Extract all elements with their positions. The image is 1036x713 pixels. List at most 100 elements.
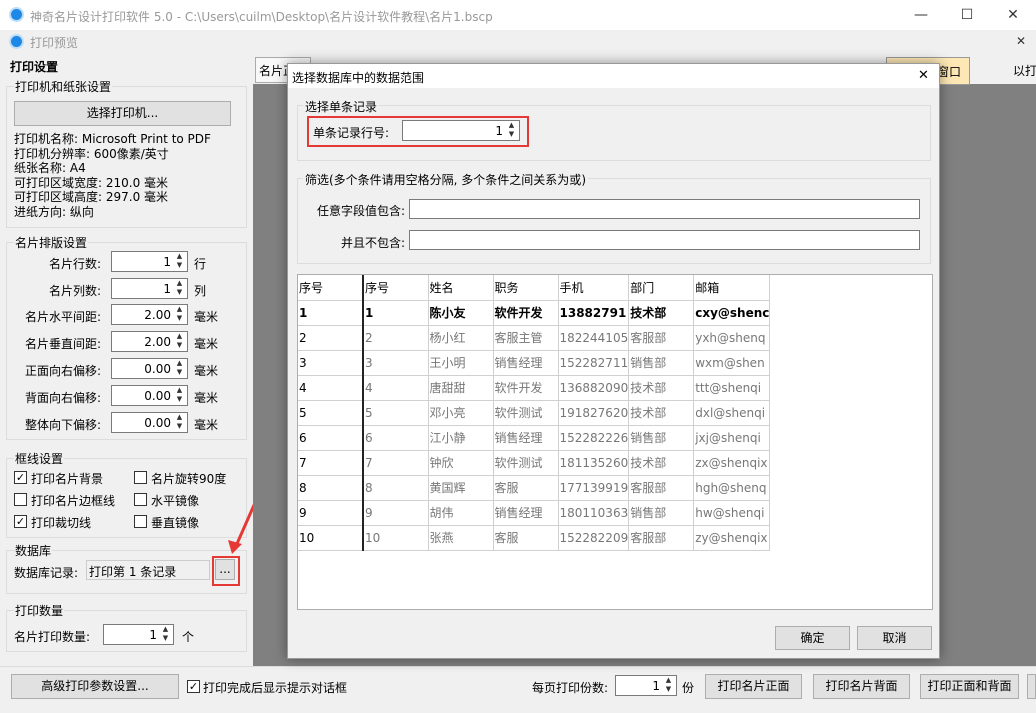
dialog-close-button[interactable]: ✕ bbox=[918, 68, 929, 83]
table-cell[interactable]: 6 bbox=[363, 425, 429, 451]
table-row[interactable]: 10 10 张燕 客服 152282209 客服部 zy@shenqix bbox=[298, 525, 771, 551]
contains-input[interactable] bbox=[409, 199, 920, 219]
border-checkbox[interactable] bbox=[14, 493, 27, 506]
row-header-cell[interactable]: 8 bbox=[298, 475, 364, 501]
rotate-checkbox[interactable] bbox=[134, 471, 147, 484]
table-cell[interactable]: jxj@shenqi bbox=[693, 425, 771, 451]
row-header-cell[interactable]: 7 bbox=[298, 450, 364, 476]
column-header[interactable]: 姓名 bbox=[428, 275, 494, 301]
table-row[interactable]: 7 7 钟欣 软件测试 181135260 技术部 zx@shenqix bbox=[298, 450, 771, 476]
table-cell[interactable]: 唐甜甜 bbox=[428, 375, 494, 401]
table-cell[interactable]: 技术部 bbox=[628, 400, 695, 426]
table-cell[interactable]: ttt@shenqi bbox=[693, 375, 771, 401]
table-cell[interactable]: 钟欣 bbox=[428, 450, 494, 476]
table-cell[interactable]: yxh@shenq bbox=[693, 325, 771, 351]
front-offset-spinner[interactable]: 0.00 ▲ ▼ bbox=[111, 358, 188, 379]
more-button[interactable] bbox=[1027, 674, 1036, 699]
hmirror-checkbox[interactable] bbox=[134, 493, 147, 506]
table-cell[interactable]: 邓小亮 bbox=[428, 400, 494, 426]
table-cell[interactable]: 客服 bbox=[493, 475, 559, 501]
table-cell[interactable]: 销售经理 bbox=[493, 425, 559, 451]
table-cell[interactable]: 软件测试 bbox=[493, 400, 559, 426]
row-header-cell[interactable]: 4 bbox=[298, 375, 364, 401]
column-header[interactable]: 职务 bbox=[493, 275, 559, 301]
row-header-cell[interactable]: 6 bbox=[298, 425, 364, 451]
table-cell[interactable]: 1 bbox=[363, 300, 429, 326]
show-dialog-checkbox[interactable]: ✓ bbox=[187, 680, 200, 693]
table-cell[interactable]: zx@shenqix bbox=[693, 450, 771, 476]
down-offset-spinner[interactable]: 0.00 ▲ ▼ bbox=[111, 412, 188, 433]
row-header-cell[interactable]: 2 bbox=[298, 325, 364, 351]
table-cell[interactable]: 销售部 bbox=[628, 425, 695, 451]
advanced-settings-button[interactable]: 高级打印参数设置... bbox=[11, 674, 179, 699]
table-cell[interactable]: 客服部 bbox=[628, 525, 695, 551]
preview-close-button[interactable]: ✕ bbox=[1016, 34, 1026, 48]
table-cell[interactable]: 销售经理 bbox=[493, 350, 559, 376]
per-page-spinner[interactable]: 1 ▲ ▼ bbox=[615, 675, 677, 696]
rows-spinner[interactable]: 1 ▲ ▼ bbox=[111, 251, 188, 272]
table-cell[interactable]: zy@shenqix bbox=[693, 525, 771, 551]
table-cell[interactable]: 客服部 bbox=[628, 475, 695, 501]
vmirror-checkbox[interactable] bbox=[134, 515, 147, 528]
table-cell[interactable]: cxy@shenc bbox=[693, 300, 771, 326]
table-cell[interactable]: 7 bbox=[363, 450, 429, 476]
table-cell[interactable]: 136882090 bbox=[558, 375, 630, 401]
fit-label[interactable]: 以打 bbox=[1013, 62, 1036, 79]
table-cell[interactable]: 3 bbox=[363, 350, 429, 376]
table-cell[interactable]: 152282226 bbox=[558, 425, 630, 451]
table-cell[interactable]: 王小明 bbox=[428, 350, 494, 376]
table-cell[interactable]: 客服 bbox=[493, 525, 559, 551]
column-header[interactable]: 邮箱 bbox=[693, 275, 771, 301]
print-front-button[interactable]: 打印名片正面 bbox=[705, 674, 802, 699]
table-row[interactable]: 5 5 邓小亮 软件测试 191827620 技术部 dxl@shenqi bbox=[298, 400, 771, 426]
column-header[interactable]: 序号 bbox=[363, 275, 429, 301]
row-header-cell[interactable]: 1 bbox=[298, 300, 364, 326]
table-row[interactable]: 4 4 唐甜甜 软件开发 136882090 技术部 ttt@shenqi bbox=[298, 375, 771, 401]
table-cell[interactable]: 180110363 bbox=[558, 500, 630, 526]
cancel-button[interactable]: 取消 bbox=[857, 626, 932, 650]
table-row[interactable]: 6 6 江小静 销售经理 152282226 销售部 jxj@shenqi bbox=[298, 425, 771, 451]
table-cell[interactable]: 技术部 bbox=[628, 375, 695, 401]
cutline-checkbox[interactable]: ✓ bbox=[14, 515, 27, 528]
table-cell[interactable]: 4 bbox=[363, 375, 429, 401]
table-cell[interactable]: 软件开发 bbox=[493, 375, 559, 401]
vgap-spinner[interactable]: 2.00 ▲ ▼ bbox=[111, 331, 188, 352]
table-row[interactable]: 9 9 胡伟 销售经理 180110363 销售部 hw@shenqi bbox=[298, 500, 771, 526]
table-cell[interactable]: 客服主管 bbox=[493, 325, 559, 351]
table-cell[interactable]: hgh@shenq bbox=[693, 475, 771, 501]
table-cell[interactable]: 张燕 bbox=[428, 525, 494, 551]
table-cell[interactable]: 182244105 bbox=[558, 325, 630, 351]
table-cell[interactable]: 177139919 bbox=[558, 475, 630, 501]
table-cell[interactable]: 152282711 bbox=[558, 350, 630, 376]
table-row[interactable]: 1 1 陈小友 软件开发 13882791 技术部 cxy@shenc bbox=[298, 300, 771, 326]
table-cell[interactable]: wxm@shen bbox=[693, 350, 771, 376]
table-cell[interactable]: 10 bbox=[363, 525, 429, 551]
row-header-cell[interactable]: 3 bbox=[298, 350, 364, 376]
table-cell[interactable]: 销售部 bbox=[628, 500, 695, 526]
minimize-button[interactable]: — bbox=[898, 0, 944, 30]
cols-spinner[interactable]: 1 ▲ ▼ bbox=[111, 278, 188, 299]
row-header-cell[interactable]: 5 bbox=[298, 400, 364, 426]
maximize-button[interactable]: ☐ bbox=[944, 0, 990, 30]
table-row[interactable]: 3 3 王小明 销售经理 152282711 销售部 wxm@shen bbox=[298, 350, 771, 376]
table-cell[interactable]: 销售经理 bbox=[493, 500, 559, 526]
column-header[interactable]: 部门 bbox=[628, 275, 695, 301]
table-cell[interactable]: 9 bbox=[363, 500, 429, 526]
table-cell[interactable]: 陈小友 bbox=[428, 300, 494, 326]
column-header[interactable]: 手机 bbox=[558, 275, 630, 301]
table-cell[interactable]: 客服部 bbox=[628, 325, 695, 351]
ok-button[interactable]: 确定 bbox=[775, 626, 850, 650]
table-cell[interactable]: 胡伟 bbox=[428, 500, 494, 526]
print-both-button[interactable]: 打印正面和背面 bbox=[920, 674, 1019, 699]
table-cell[interactable]: 181135260 bbox=[558, 450, 630, 476]
print-back-button[interactable]: 打印名片背面 bbox=[813, 674, 910, 699]
table-cell[interactable]: 黄国辉 bbox=[428, 475, 494, 501]
table-cell[interactable]: hw@shenqi bbox=[693, 500, 771, 526]
table-row[interactable]: 2 2 杨小红 客服主管 182244105 客服部 yxh@shenq bbox=[298, 325, 771, 351]
table-cell[interactable]: 8 bbox=[363, 475, 429, 501]
table-cell[interactable]: 江小静 bbox=[428, 425, 494, 451]
table-cell[interactable]: dxl@shenqi bbox=[693, 400, 771, 426]
print-count-spinner[interactable]: 1 ▲ ▼ bbox=[103, 624, 174, 645]
table-cell[interactable]: 5 bbox=[363, 400, 429, 426]
table-cell[interactable]: 杨小红 bbox=[428, 325, 494, 351]
